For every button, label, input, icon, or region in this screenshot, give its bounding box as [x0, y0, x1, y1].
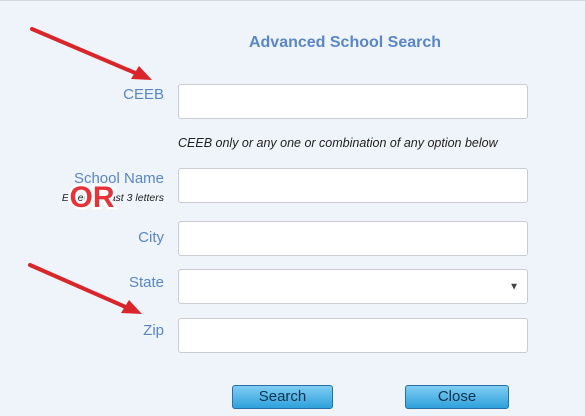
city-label: City	[138, 229, 164, 246]
zip-label: Zip	[143, 322, 164, 339]
top-divider	[0, 0, 585, 1]
close-button[interactable]: Close	[405, 385, 509, 409]
search-hint: CEEB only or any one or combination of a…	[178, 136, 498, 150]
state-select[interactable]: ▼	[178, 269, 528, 304]
city-input[interactable]	[178, 221, 528, 256]
zip-input[interactable]	[178, 318, 528, 353]
chevron-down-icon: ▼	[509, 281, 519, 292]
ceeb-label: CEEB	[123, 86, 164, 103]
search-button[interactable]: Search	[232, 385, 333, 409]
or-badge-text: OR	[70, 181, 115, 214]
school-name-input[interactable]	[178, 168, 528, 203]
dialog-title: Advanced School Search	[248, 34, 442, 51]
state-label: State	[128, 274, 164, 291]
ceeb-input[interactable]	[178, 84, 528, 119]
arrow-to-zip-icon	[28, 263, 142, 314]
or-badge-icon: OR	[67, 179, 117, 217]
